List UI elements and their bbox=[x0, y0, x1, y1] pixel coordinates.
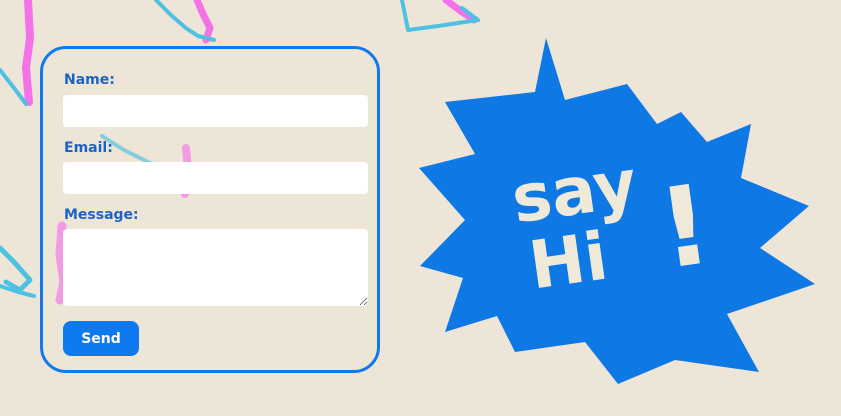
name-label: Name: bbox=[64, 72, 115, 88]
pink-stroke bbox=[21, 0, 35, 106]
pink-stroke bbox=[193, 0, 214, 44]
name-input[interactable] bbox=[63, 95, 368, 127]
contact-form: Name: Email: Message: Send bbox=[40, 46, 380, 373]
cyan-stroke bbox=[0, 245, 33, 293]
say-hi-graphic: say Hi ! bbox=[419, 38, 815, 384]
send-button[interactable]: Send bbox=[63, 321, 139, 356]
message-textarea[interactable] bbox=[63, 229, 368, 306]
email-input[interactable] bbox=[63, 162, 368, 194]
cyan-stroke bbox=[0, 68, 28, 106]
hi-text: Hi bbox=[524, 218, 612, 305]
pink-stroke bbox=[442, 0, 478, 24]
email-label: Email: bbox=[64, 140, 113, 156]
message-label: Message: bbox=[64, 207, 139, 223]
